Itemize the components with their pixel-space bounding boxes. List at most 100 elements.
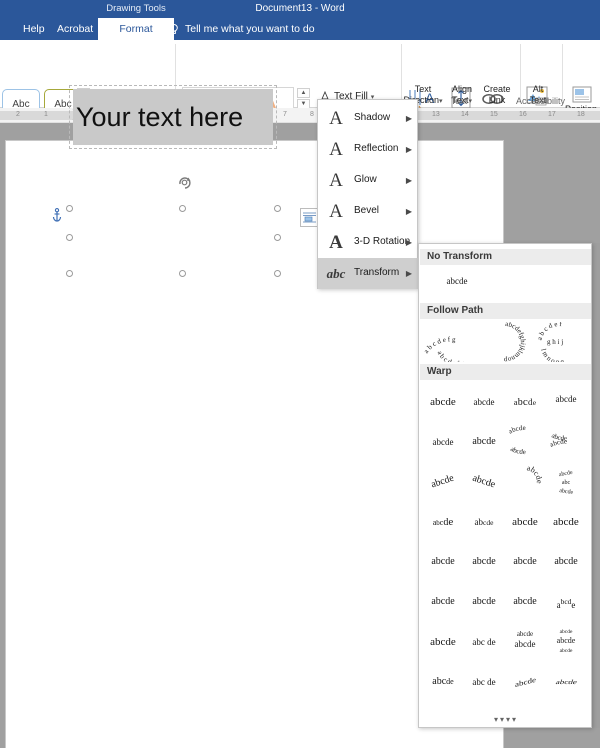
transform-option-warp[interactable]: abcde (505, 582, 545, 622)
svg-text:abcde: abcde (526, 463, 544, 484)
resize-handle-sw[interactable] (66, 270, 73, 277)
transform-option-warp[interactable]: abcde abcde (505, 422, 545, 462)
transform-option-warp[interactable]: abcde (464, 382, 504, 422)
transform-option-warp[interactable]: abcde (423, 582, 463, 622)
letter-a-3d-icon: A (326, 232, 346, 254)
menu-item-bevel[interactable]: A Bevel ▶ (318, 196, 419, 227)
wordart-text[interactable]: Your text here (76, 93, 276, 141)
svg-text:abcde: abcde (560, 629, 573, 635)
transform-option-warp[interactable]: abcde (505, 502, 545, 542)
ruler-tick: 15 (490, 111, 498, 118)
ruler-tick: 8 (310, 111, 314, 118)
transform-option-warp[interactable]: abcde (423, 422, 463, 462)
menu-item-3d-rotation-label: 3-D Rotation (354, 236, 410, 247)
align-text-line1: Align (444, 84, 480, 95)
resize-handle-s[interactable] (179, 270, 186, 277)
ribbon-tab-strip: Help Acrobat Format Tell me what you wan… (0, 18, 600, 40)
gallery-section-no-transform: No Transform (420, 249, 592, 265)
menu-item-bevel-label: Bevel (354, 205, 379, 216)
submenu-arrow-icon: ▶ (406, 114, 412, 123)
svg-text:abcde: abcde (557, 636, 576, 645)
transform-option-warp[interactable]: abcde (423, 462, 463, 502)
menu-item-reflection[interactable]: A Reflection ▶ (318, 134, 419, 165)
lightbulb-icon (168, 23, 180, 35)
svg-text:abcdefghijklmnop: abcdefghijklmnop (503, 322, 527, 362)
transform-option-warp[interactable]: abcde (505, 382, 545, 422)
wordart-scroll-up[interactable]: ▲ (297, 88, 310, 98)
transform-gallery-submenu[interactable]: No Transform abcde Follow Path a b c d e… (418, 243, 592, 728)
transform-option-warp[interactable]: abcde (423, 382, 463, 422)
transform-option-warp[interactable]: abcde abcde abcde (546, 622, 586, 662)
ruler-margin-left (0, 111, 78, 120)
submenu-arrow-icon: ▶ (406, 238, 412, 247)
transform-option-warp[interactable]: abc de (464, 622, 504, 662)
submenu-arrow-icon: ▶ (406, 207, 412, 216)
transform-option-warp[interactable]: abcde (546, 582, 586, 622)
resize-handle-w[interactable] (66, 234, 73, 241)
resize-handle-nw[interactable] (66, 205, 73, 212)
menu-item-shadow[interactable]: A Shadow ▶ (318, 103, 419, 134)
transform-option-warp[interactable]: abcde (505, 662, 545, 702)
transform-option-warp[interactable]: abcde (464, 502, 504, 542)
transform-option-circle[interactable]: abcdefghijklmnop (479, 322, 531, 362)
tab-help[interactable]: Help (16, 18, 52, 40)
tab-format[interactable]: Format (98, 18, 174, 40)
gallery-right-shadow (592, 243, 600, 728)
alt-text-line1: Alt (522, 84, 554, 95)
resize-handle-se[interactable] (274, 270, 281, 277)
transform-option-warp[interactable]: abcde (423, 542, 463, 582)
transform-option-warp[interactable]: abcde (546, 662, 586, 702)
letter-a-glow-icon: A (326, 170, 346, 192)
object-anchor-icon (51, 208, 63, 223)
transform-option-warp[interactable]: abcde (464, 462, 504, 502)
text-effects-dropdown-menu[interactable]: A Shadow ▶ A Reflection ▶ A Glow ▶ A Bev… (317, 99, 418, 289)
tab-partial-left[interactable] (0, 18, 12, 40)
transform-option-warp[interactable]: abcde (505, 542, 545, 582)
svg-text:abcde: abcde (509, 445, 526, 456)
text-direction-line1: Text (400, 84, 446, 95)
letter-a-bevel-icon: A (326, 201, 346, 223)
transform-option-warp[interactable]: abcde (546, 542, 586, 582)
resize-handle-n[interactable] (179, 205, 186, 212)
resize-handle-e[interactable] (274, 234, 281, 241)
transform-option-warp[interactable]: abcde (546, 382, 586, 422)
resize-handle-ne[interactable] (274, 205, 281, 212)
transform-option-arch-up[interactable]: a b c d e f g a b c d e f g (423, 322, 479, 362)
transform-option-warp[interactable]: abcde (423, 502, 463, 542)
svg-text:l m n o p q: l m n o p q (539, 348, 565, 362)
menu-item-3d-rotation[interactable]: A 3-D Rotation ▶ (318, 227, 419, 258)
transform-option-warp[interactable]: abcde (505, 462, 545, 502)
menu-item-reflection-label: Reflection (354, 143, 398, 154)
svg-text:abcde: abcde (515, 639, 536, 649)
rotate-handle-icon[interactable] (177, 175, 192, 190)
transform-option-warp[interactable]: abcde (546, 502, 586, 542)
transform-option-no-transform[interactable]: abcde (427, 270, 487, 292)
tab-acrobat[interactable]: Acrobat (50, 18, 100, 40)
transform-option-warp[interactable]: abcde (464, 582, 504, 622)
gallery-section-warp: Warp (420, 364, 592, 380)
transform-option-warp[interactable]: abcde (464, 422, 504, 462)
gallery-scroll-down-button[interactable]: ▾▾▾▾ (420, 715, 592, 727)
menu-item-transform[interactable]: abc Transform ▶ (318, 258, 419, 289)
title-bar: Drawing Tools Document13 - Word (0, 0, 600, 18)
transform-option-warp[interactable]: abcde abcde (505, 622, 545, 662)
tell-me-box[interactable]: Tell me what you want to do (185, 18, 315, 40)
svg-text:g h i j: g h i j (547, 338, 563, 346)
svg-text:abcde: abcde (507, 424, 526, 436)
ruler-tick: 18 (577, 111, 585, 118)
menu-item-glow[interactable]: A Glow ▶ (318, 165, 419, 196)
transform-option-button[interactable]: a b c d e f g h i j l m n o p q (531, 322, 587, 362)
ruler-tick: 7 (283, 111, 287, 118)
accessibility-group-label: Accessibility (516, 96, 562, 106)
ruler-tick: 1 (44, 111, 48, 118)
transform-option-warp[interactable]: abc de (464, 662, 504, 702)
svg-text:abcde: abcde (558, 470, 573, 478)
letter-a-shadow-icon: A (326, 108, 346, 130)
transform-option-warp[interactable]: abcde abc abcde (546, 462, 586, 502)
transform-option-warp[interactable]: abcde abcde (546, 422, 586, 462)
transform-option-warp[interactable]: abcde (423, 622, 463, 662)
letter-a-reflection-icon: A (326, 139, 346, 161)
transform-option-warp[interactable]: abcde (464, 542, 504, 582)
document-title: Document13 - Word (0, 1, 600, 17)
transform-option-warp[interactable]: abcde (423, 662, 463, 702)
